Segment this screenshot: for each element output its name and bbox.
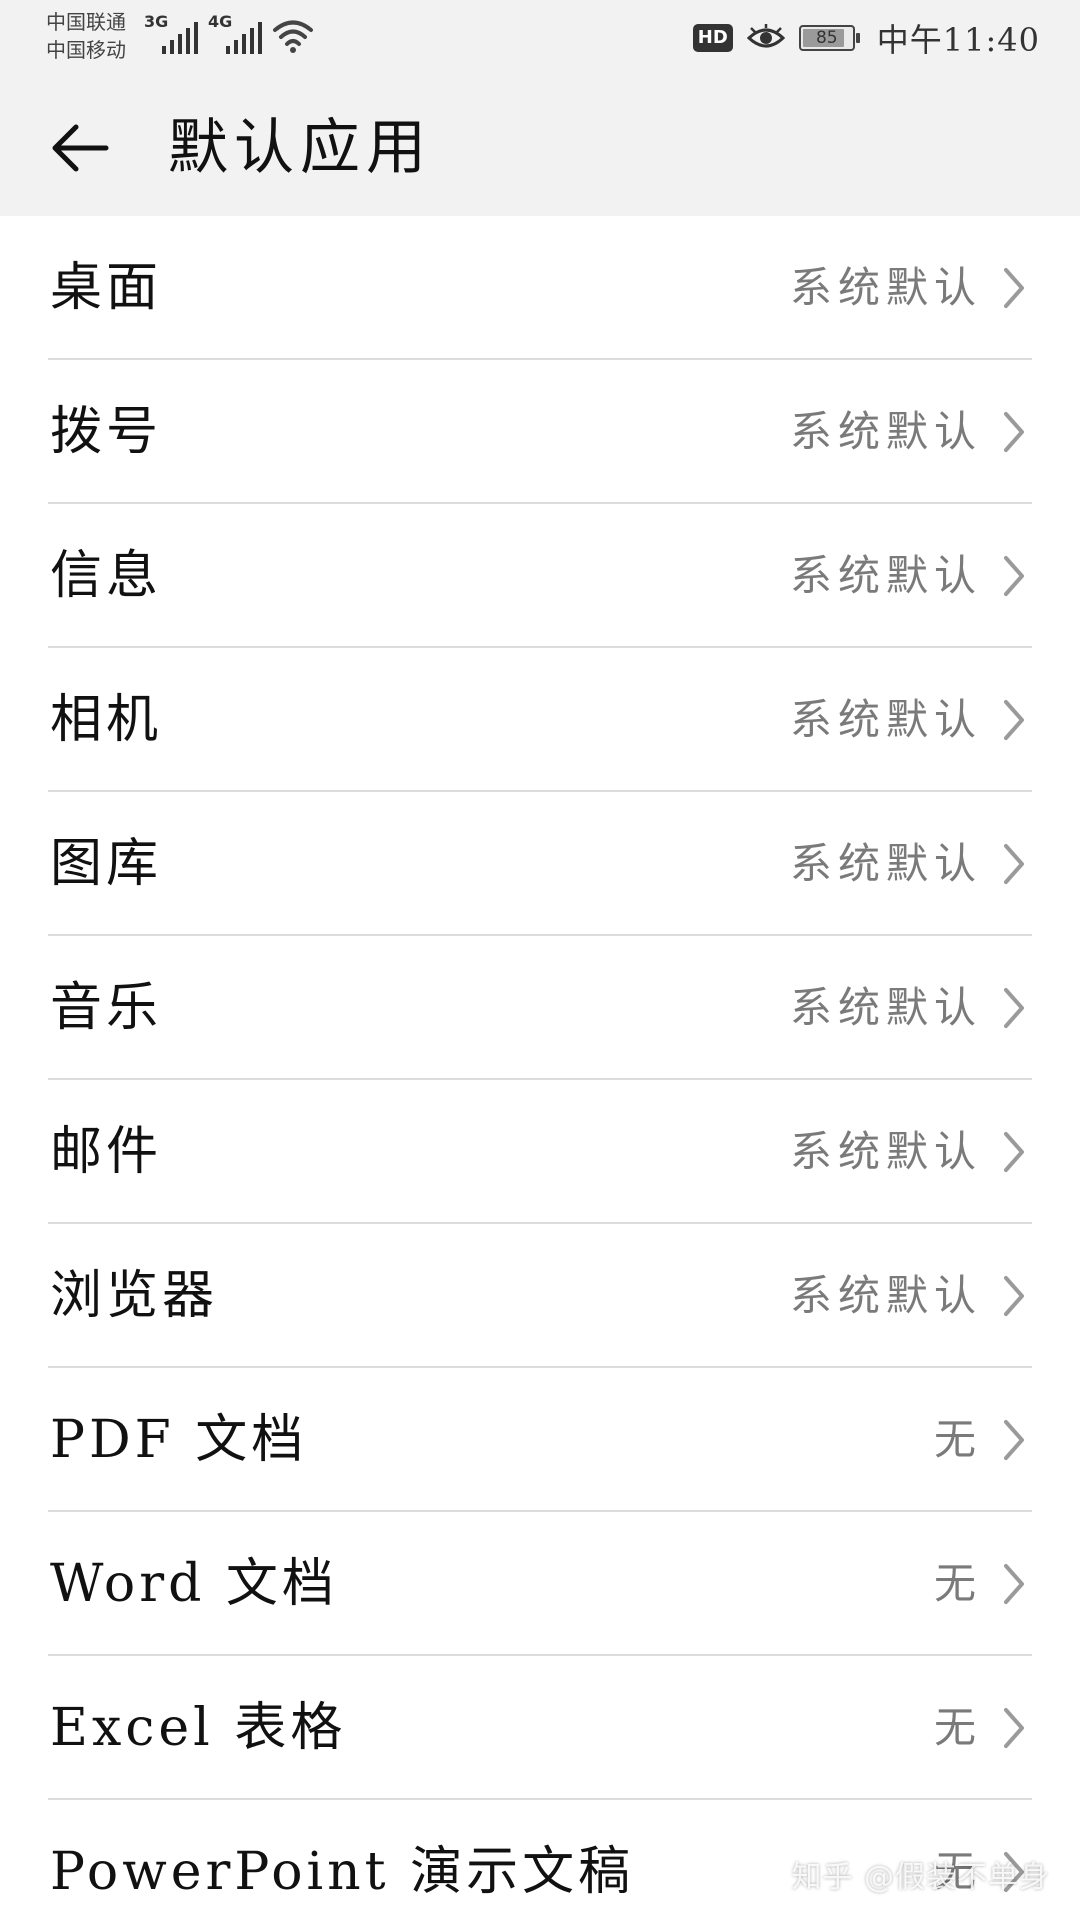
title-bar: 默认应用 (0, 78, 1080, 216)
chevron-right-icon (1004, 1708, 1024, 1748)
list-item[interactable]: 拨号 系统默认 (48, 360, 1032, 504)
list-item[interactable]: 音乐 系统默认 (48, 936, 1032, 1080)
item-label: Excel 表格 (50, 1698, 347, 1758)
page-title: 默认应用 (168, 113, 432, 183)
item-label: 拨号 (50, 402, 163, 462)
item-value: 系统默认 (789, 263, 982, 312)
chevron-right-icon (1004, 844, 1024, 884)
list-item[interactable]: Excel 表格 无 (48, 1656, 1032, 1800)
list-item[interactable]: 信息 系统默认 (48, 504, 1032, 648)
item-value: 无 (933, 1703, 982, 1752)
item-label: 桌面 (50, 258, 163, 318)
chevron-right-icon (1004, 1564, 1024, 1604)
carrier-2: 中国移动 (46, 38, 126, 62)
item-label: 信息 (50, 546, 163, 606)
battery-percent: 85 (815, 28, 838, 48)
clock: 中午11:40 (876, 21, 1040, 59)
list-item[interactable]: 邮件 系统默认 (48, 1080, 1032, 1224)
list-item[interactable]: PDF 文档 无 (48, 1368, 1032, 1512)
item-label: PDF 文档 (50, 1410, 308, 1470)
list-item[interactable]: 图库 系统默认 (48, 792, 1032, 936)
item-label: 图库 (50, 834, 163, 894)
item-value: 系统默认 (789, 407, 982, 456)
carrier-names: 中国联通 中国移动 (46, 8, 126, 64)
chevron-right-icon (1004, 988, 1024, 1028)
hd-icon: HD (692, 24, 733, 52)
item-value: 系统默认 (789, 1271, 982, 1320)
signal-3g-icon: 3G (144, 12, 200, 54)
list-item[interactable]: 桌面 系统默认 (48, 216, 1032, 360)
item-value: 系统默认 (789, 695, 982, 744)
chevron-right-icon (1004, 1276, 1024, 1316)
list-item[interactable]: 浏览器 系统默认 (48, 1224, 1032, 1368)
watermark: 知乎 @假装不单身 (791, 1860, 1050, 1895)
item-label: 邮件 (50, 1122, 163, 1182)
chevron-right-icon (1004, 412, 1024, 452)
item-value: 系统默认 (789, 983, 982, 1032)
item-value: 系统默认 (789, 839, 982, 888)
item-value: 无 (933, 1415, 982, 1464)
item-label: 浏览器 (50, 1266, 219, 1326)
signal-4g-icon: 4G (208, 12, 264, 54)
back-button[interactable] (40, 108, 120, 188)
chevron-right-icon (1004, 700, 1024, 740)
item-label: Word 文档 (50, 1554, 338, 1614)
item-label: 相机 (50, 690, 163, 750)
status-bar: 中国联通 中国移动 3G 4G HD 85 中午11:40 (0, 0, 1080, 78)
list-item[interactable]: Word 文档 无 (48, 1512, 1032, 1656)
wifi-icon (273, 20, 313, 53)
default-apps-list: 桌面 系统默认 拨号 系统默认 信息 系统默认 相机 系统默认 图库 系统默认 音乐 系统默认 邮件 系统… (0, 216, 1080, 1920)
arrow-left-icon (52, 124, 109, 172)
status-right-group: HD 85 中午11:40 (692, 14, 1040, 62)
item-value: 系统默认 (789, 1127, 982, 1176)
chevron-right-icon (1004, 1132, 1024, 1172)
chevron-right-icon (1004, 556, 1024, 596)
battery-icon: 85 (798, 25, 860, 51)
item-label: PowerPoint 演示文稿 (50, 1842, 635, 1902)
carrier-1: 中国联通 (46, 10, 126, 34)
list-item[interactable]: 相机 系统默认 (48, 648, 1032, 792)
chevron-right-icon (1004, 1420, 1024, 1460)
item-value: 无 (933, 1559, 982, 1608)
default-apps-screen: 中国联通 中国移动 3G 4G HD 85 中午11:40 默认应用 桌面 系统… (0, 0, 1080, 1920)
chevron-right-icon (1004, 268, 1024, 308)
item-value: 系统默认 (789, 551, 982, 600)
item-label: 音乐 (50, 978, 163, 1038)
eye-icon (746, 24, 785, 48)
